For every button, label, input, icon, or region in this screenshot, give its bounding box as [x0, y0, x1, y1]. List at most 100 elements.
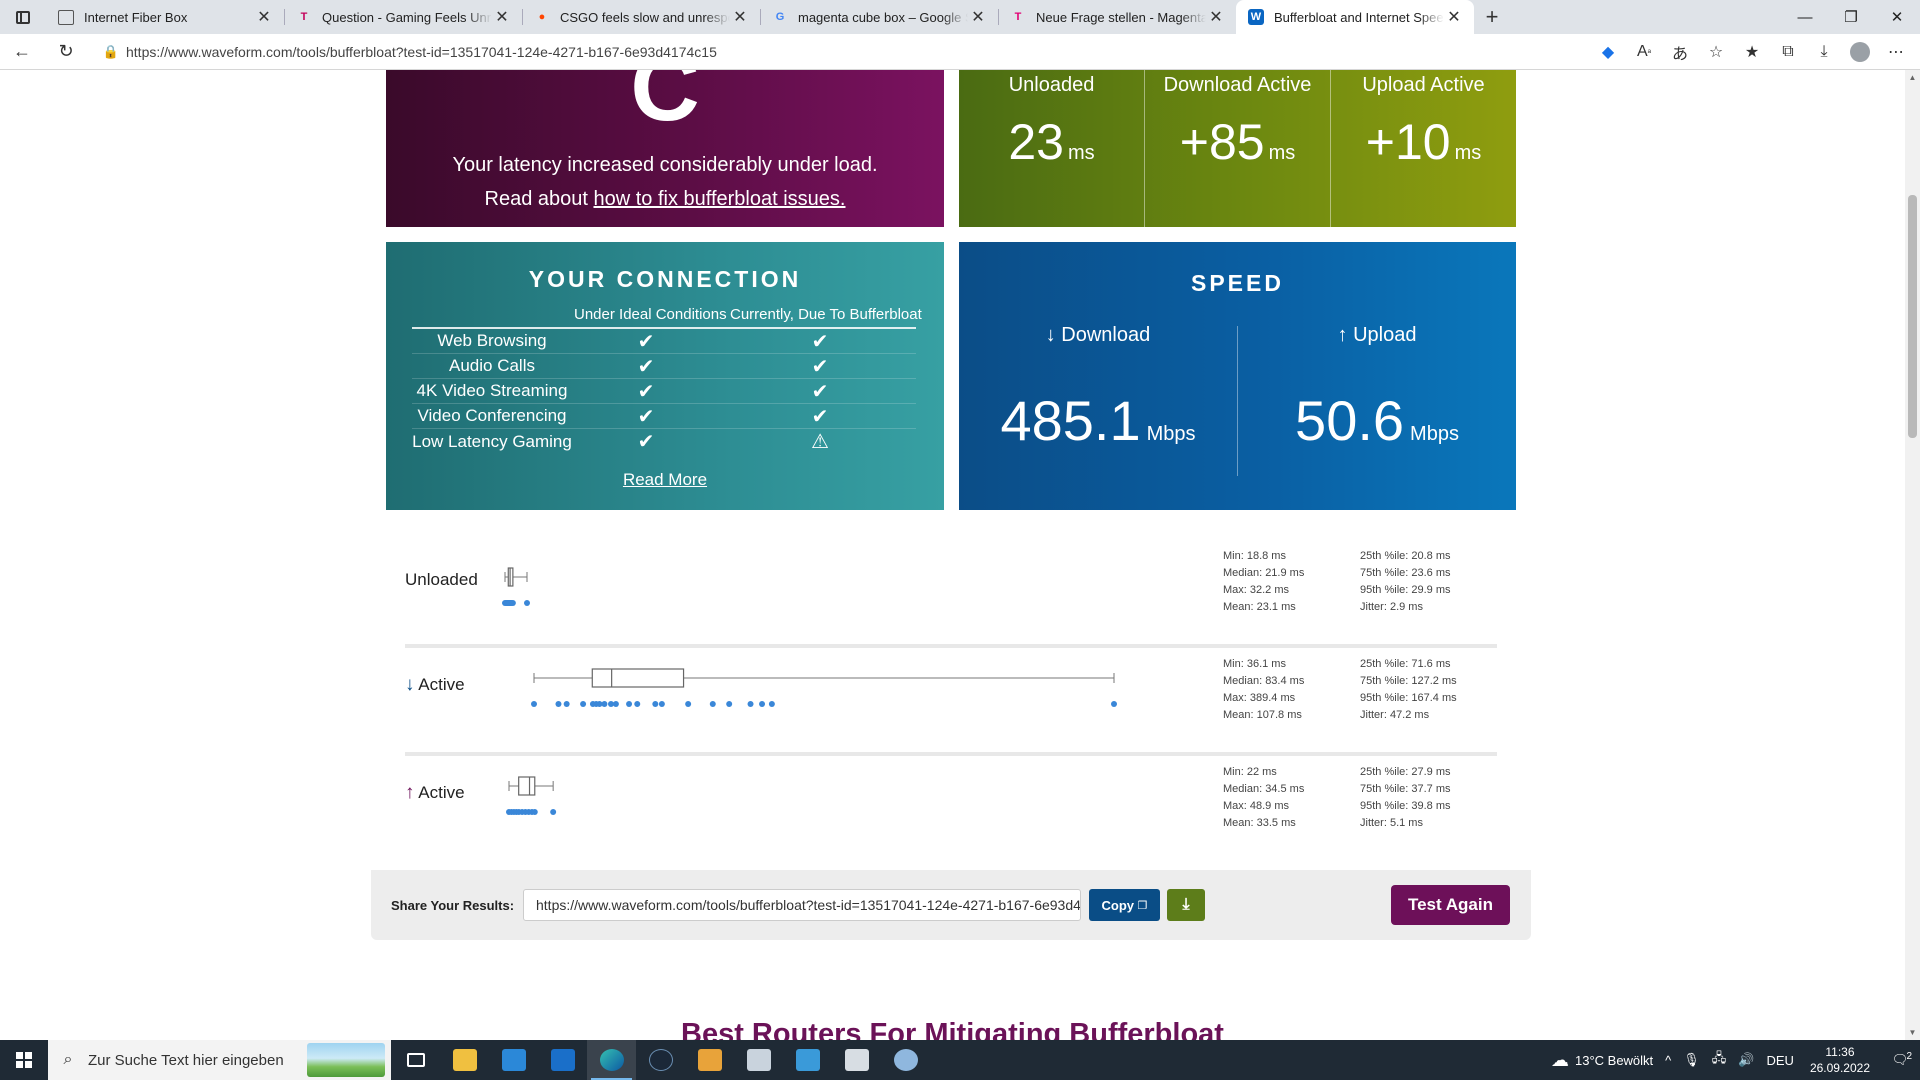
- browser-tab[interactable]: T Question - Gaming Feels Unresponsive✕: [284, 0, 522, 34]
- ideal-status-icon: ✔: [637, 380, 655, 403]
- paint-app-icon[interactable]: [783, 1040, 832, 1080]
- tab-close-icon[interactable]: ✕: [968, 7, 988, 27]
- steam-icon[interactable]: [636, 1040, 685, 1080]
- page-scrollbar[interactable]: ▲ ▼: [1905, 70, 1920, 1040]
- share-bar: Share Your Results: https://www.waveform…: [371, 870, 1531, 940]
- scroll-up-icon[interactable]: ▲: [1905, 70, 1920, 85]
- show-hidden-icons[interactable]: ^: [1659, 1053, 1677, 1068]
- latency-sample-dot: [612, 701, 619, 707]
- volume-icon[interactable]: 🔊: [1732, 1052, 1760, 1068]
- tab-close-icon[interactable]: ✕: [730, 7, 750, 27]
- latency-column: Unloaded 23 ms: [959, 70, 1144, 227]
- notifications-icon[interactable]: 🗨 2: [1880, 1051, 1920, 1068]
- back-icon[interactable]: ←: [0, 34, 44, 70]
- taskbar-search[interactable]: ⌕ Zur Suche Text hier eingeben: [48, 1040, 391, 1080]
- url-field[interactable]: 🔒 https://www.waveform.com/tools/bufferb…: [96, 38, 1582, 66]
- network-icon[interactable]: 🖧: [1706, 1049, 1733, 1071]
- browser-tab[interactable]: ● CSGO feels slow and unresposible✕: [522, 0, 760, 34]
- browser-tab[interactable]: Gmagenta cube box – Google Suche✕: [760, 0, 998, 34]
- microphone-icon[interactable]: 🎙: [1677, 1052, 1706, 1068]
- stat-line: Min: 36.1 ms: [1223, 658, 1286, 670]
- remote-desktop-icon[interactable]: [832, 1040, 881, 1080]
- file-explorer-icon[interactable]: [440, 1040, 489, 1080]
- read-more-link[interactable]: Read More: [386, 470, 944, 490]
- windows-taskbar: ⌕ Zur Suche Text hier eingeben ☁ 13°C Bew…: [0, 1040, 1920, 1080]
- tab-close-icon[interactable]: ✕: [492, 7, 512, 27]
- cloud-icon: ☁: [1550, 1049, 1569, 1070]
- test-again-button[interactable]: Test Again: [1391, 885, 1510, 925]
- more-options-icon[interactable]: ⋯: [1878, 34, 1914, 70]
- latency-label: Upload Active: [1362, 74, 1485, 96]
- latency-sample-dot: [531, 701, 537, 707]
- downloads-icon[interactable]: ⤓: [1806, 34, 1842, 70]
- new-tab-button[interactable]: +: [1474, 0, 1510, 34]
- copy-button[interactable]: Copy ❐: [1089, 889, 1160, 921]
- plot-stats-left: Min: 22 ms Median: 34.5 ms Max: 48.9 ms Mea…: [1223, 764, 1304, 832]
- browser-tab[interactable]: W Bufferbloat and Internet Speed Test✕: [1236, 0, 1474, 34]
- stat-line: 75th %ile: 37.7 ms: [1360, 783, 1451, 795]
- add-favorite-icon[interactable]: ☆: [1698, 34, 1734, 70]
- stat-line: Mean: 23.1 ms: [1223, 601, 1296, 613]
- tab-actions-menu-icon[interactable]: [0, 0, 46, 34]
- tab-title: Internet Fiber Box: [84, 9, 188, 25]
- collections-icon[interactable]: ⧉: [1770, 34, 1806, 70]
- tab-close-icon[interactable]: ✕: [254, 7, 274, 27]
- language-indicator[interactable]: DEU: [1760, 1053, 1799, 1068]
- plot-stats-left: Min: 36.1 ms Median: 83.4 ms Max: 389.4 ms…: [1223, 656, 1304, 724]
- task-view-icon[interactable]: [391, 1040, 440, 1080]
- upload-label: ↑ Upload: [1337, 324, 1417, 346]
- grade-line: Your latency increased considerably unde…: [452, 154, 878, 176]
- app-icon[interactable]: [734, 1040, 783, 1080]
- latency-column: Upload Active +10 ms: [1330, 70, 1516, 227]
- tab-close-icon[interactable]: ✕: [1444, 7, 1464, 27]
- favorites-icon[interactable]: ★: [1734, 34, 1770, 70]
- read-aloud-icon[interactable]: Aᵃ: [1626, 34, 1662, 70]
- browser-tab[interactable]: Internet Fiber Box ✕: [46, 0, 284, 34]
- fix-bufferbloat-link[interactable]: how to fix bufferbloat issues.: [593, 188, 845, 210]
- stat-line: Max: 32.2 ms: [1223, 584, 1290, 596]
- latency-sample-dot: [747, 701, 754, 707]
- restore-icon[interactable]: ❐: [1828, 0, 1874, 34]
- scrollbar-thumb[interactable]: [1908, 195, 1917, 438]
- refresh-icon[interactable]: ↻: [44, 34, 88, 70]
- latency-label: Download Active: [1163, 74, 1312, 96]
- current-status-icon: ✔: [811, 405, 829, 428]
- latency-sample-dot: [601, 701, 608, 707]
- url-text: https://www.waveform.com/tools/bufferblo…: [126, 43, 717, 60]
- profile-avatar-icon[interactable]: [1842, 34, 1878, 70]
- latency-value: 23 ms: [1008, 114, 1095, 170]
- tab-close-icon[interactable]: ✕: [1206, 7, 1226, 27]
- browser-tab[interactable]: T Neue Frage stellen - Magenta Community✕: [998, 0, 1236, 34]
- latency-summary-panel: Unloaded 23 ms Download Active +85 ms Upload A…: [959, 70, 1516, 227]
- translate-icon[interactable]: あ: [1662, 34, 1698, 70]
- tab-title: Question - Gaming Feels Unresponsive: [322, 9, 492, 25]
- scroll-down-icon[interactable]: ▼: [1905, 1025, 1920, 1040]
- mail-icon[interactable]: [538, 1040, 587, 1080]
- google-icon: G: [775, 11, 785, 23]
- lock-icon: 🔒: [102, 43, 120, 59]
- settings-app-icon[interactable]: [881, 1040, 930, 1080]
- shield-tag-icon[interactable]: ◆: [1590, 34, 1626, 70]
- close-window-icon[interactable]: ✕: [1874, 0, 1920, 34]
- connection-row: 4K Video Streaming ✔ ✔: [412, 379, 916, 404]
- microsoft-store-icon[interactable]: [489, 1040, 538, 1080]
- read-about-prefix: Read about: [484, 188, 594, 210]
- stat-line: Median: 34.5 ms: [1223, 783, 1305, 795]
- clock[interactable]: 11:36 26.09.2022: [1800, 1044, 1880, 1076]
- use-case-name: Low Latency Gaming: [412, 431, 572, 451]
- connection-row: Video Conferencing ✔ ✔: [412, 404, 916, 429]
- edge-browser-icon[interactable]: [587, 1040, 636, 1080]
- ideal-status-icon: ✔: [637, 431, 655, 453]
- stat-line: Mean: 107.8 ms: [1223, 709, 1302, 721]
- stat-line: Jitter: 47.2 ms: [1360, 709, 1430, 721]
- start-button[interactable]: [0, 1040, 48, 1080]
- plot-stats-right: 25th %ile: 71.6 ms 75th %ile: 127.2 ms 95t…: [1360, 656, 1457, 724]
- share-url-input[interactable]: https://www.waveform.com/tools/bufferblo…: [523, 889, 1081, 921]
- notification-count: 2: [1906, 1051, 1912, 1062]
- stat-line: 25th %ile: 71.6 ms: [1360, 658, 1451, 670]
- download-icon[interactable]: ⤓: [1167, 889, 1205, 921]
- csgo-icon[interactable]: [685, 1040, 734, 1080]
- browser-tab-bar: Internet Fiber Box ✕ T Question - Gaming Fe…: [0, 0, 1920, 34]
- minimize-icon[interactable]: —: [1782, 0, 1828, 34]
- weather-widget[interactable]: ☁ 13°C Bewölkt: [1545, 1050, 1659, 1071]
